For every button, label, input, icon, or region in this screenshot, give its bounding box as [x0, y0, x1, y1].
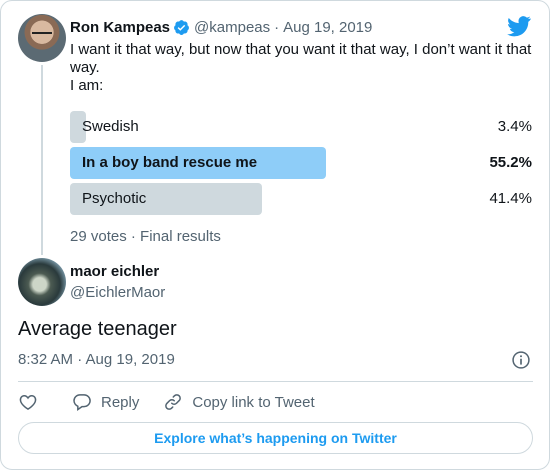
- reply-author-name[interactable]: maor eichler: [70, 263, 159, 280]
- reply-label: Reply: [101, 393, 140, 411]
- poll-option-percent: 55.2%: [489, 154, 532, 171]
- tweet-text-line: I am:: [70, 77, 104, 94]
- poll-meta: 29 votes · Final results: [70, 228, 221, 245]
- twitter-bird-icon[interactable]: [507, 15, 531, 37]
- comment-bubble-icon: [73, 394, 91, 411]
- tweet-actions: Reply Copy link to Tweet: [18, 389, 315, 415]
- like-button[interactable]: [18, 392, 38, 412]
- explore-label: Explore what’s happening on Twitter: [154, 430, 397, 446]
- parent-tweet-header: Ron Kampeas @kampeas · Aug 19, 2019: [70, 16, 372, 38]
- embedded-tweet-card: Ron Kampeas @kampeas · Aug 19, 2019 I wa…: [0, 0, 550, 470]
- tweet-text-line: I want it that way, but now that you wan…: [70, 41, 532, 76]
- copy-link-label: Copy link to Tweet: [192, 393, 315, 411]
- reply-author-avatar[interactable]: [18, 258, 66, 306]
- poll-option-percent: 41.4%: [489, 190, 532, 207]
- link-icon: [165, 394, 182, 410]
- author-name[interactable]: Ron Kampeas: [70, 19, 170, 36]
- thread-connector-line: [41, 65, 43, 255]
- poll-option-label: Swedish: [82, 118, 139, 135]
- divider: [18, 381, 533, 382]
- poll-option: Psychotic 41.4%: [70, 183, 536, 215]
- reply-tweet-text: Average teenager: [18, 318, 177, 340]
- poll-option-label: Psychotic: [82, 190, 147, 207]
- poll-option-percent: 3.4%: [497, 118, 532, 135]
- info-icon[interactable]: [511, 350, 531, 370]
- reply-button[interactable]: Reply: [72, 392, 139, 412]
- reply-author-handle[interactable]: @EichlerMaor: [70, 284, 165, 301]
- poll-option: Swedish 3.4%: [70, 111, 536, 143]
- verified-badge-icon: [174, 19, 189, 35]
- header-separator: ·: [274, 18, 280, 36]
- tweet-date[interactable]: Aug 19, 2019: [283, 19, 372, 36]
- parent-tweet-text: I want it that way, but now that you wan…: [70, 41, 540, 95]
- poll-option-label: In a boy band rescue me: [82, 154, 258, 171]
- heart-icon: [19, 394, 37, 410]
- explore-twitter-button[interactable]: Explore what’s happening on Twitter: [18, 422, 533, 454]
- poll-option: In a boy band rescue me 55.2%: [70, 147, 536, 179]
- author-handle[interactable]: @kampeas: [194, 19, 270, 36]
- poll: Swedish 3.4% In a boy band rescue me 55.2% P…: [70, 111, 536, 219]
- copy-link-button[interactable]: Copy link to Tweet: [163, 392, 315, 412]
- author-avatar[interactable]: [18, 14, 66, 62]
- tweet-timestamp[interactable]: 8:32 AM · Aug 19, 2019: [18, 351, 175, 368]
